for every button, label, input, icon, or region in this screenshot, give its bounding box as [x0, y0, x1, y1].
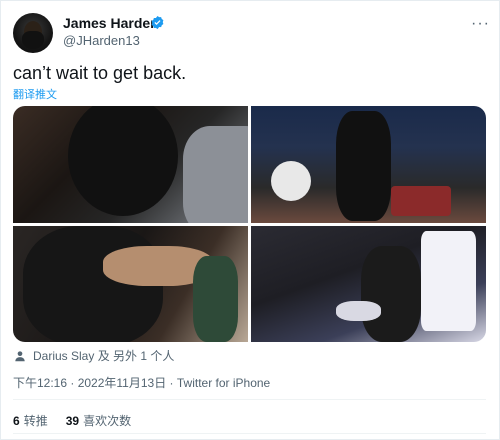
tweet-timestamp[interactable]: 下午12:16 · 2022年11月13日 · Twitter for iPho… — [13, 374, 270, 391]
tagged-users[interactable]: Darius Slay 及 另外 1 个人 — [13, 347, 174, 364]
photo-3[interactable] — [13, 226, 248, 342]
photo-1-shoulder — [183, 126, 248, 223]
photo-4-figure — [361, 246, 421, 342]
photo-4-jersey — [421, 231, 476, 331]
translate-tweet-link[interactable]: 翻译推文 — [13, 86, 57, 102]
author-display-name[interactable]: James Harden — [63, 15, 159, 31]
verified-badge-icon — [151, 15, 164, 30]
photo-4-shoe — [336, 301, 381, 321]
likes-stat[interactable]: 39 喜欢次数 — [66, 412, 131, 429]
photo-1[interactable] — [13, 106, 248, 223]
retweets-stat[interactable]: 6 转推 — [13, 412, 48, 429]
tweet-stats: 6 转推 39 喜欢次数 — [13, 412, 149, 429]
photo-2-figure — [336, 111, 391, 221]
author-handle[interactable]: @JHarden13 — [63, 33, 140, 48]
person-icon — [15, 350, 25, 361]
photo-2-crowd — [271, 161, 311, 201]
likes-label: 喜欢次数 — [83, 414, 132, 428]
divider — [13, 399, 486, 400]
avatar[interactable] — [13, 13, 53, 53]
avatar-beard — [22, 31, 44, 49]
tweet-text: can’t wait to get back. — [13, 63, 187, 83]
media-grid — [13, 106, 486, 342]
photo-2[interactable] — [251, 106, 486, 223]
retweets-count: 6 — [13, 414, 20, 428]
photo-4[interactable] — [251, 226, 486, 342]
retweets-label: 转推 — [23, 414, 48, 428]
photo-3-person — [193, 256, 238, 342]
more-options-icon[interactable]: ··· — [471, 15, 490, 33]
tagged-users-text: Darius Slay 及 另外 1 个人 — [33, 349, 175, 363]
tweet-card: James Harden @JHarden13 ··· can’t wait t… — [0, 0, 500, 440]
likes-count: 39 — [65, 414, 80, 428]
photo-2-sign — [391, 186, 451, 216]
divider — [13, 433, 486, 434]
photo-1-figure — [68, 106, 178, 216]
